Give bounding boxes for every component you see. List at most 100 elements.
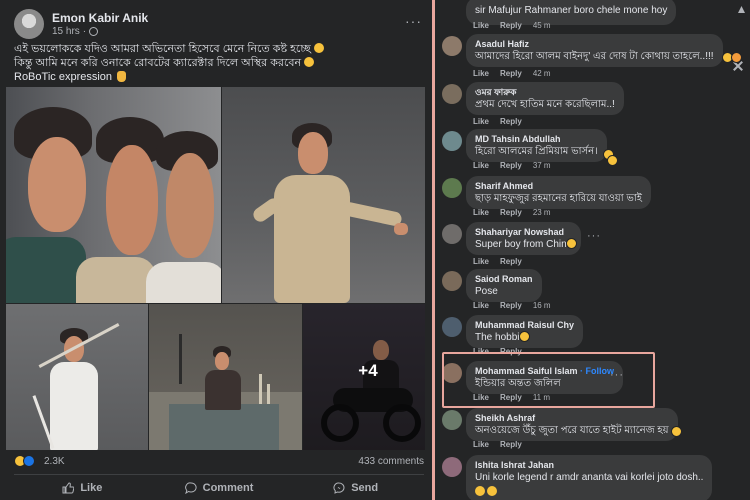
comment-like-button[interactable]: Like [473, 257, 489, 266]
comment-button[interactable]: Comment [151, 478, 288, 498]
post-actions: Like Comment Send [14, 478, 424, 498]
comment-reply-button[interactable]: Reply [500, 117, 522, 126]
commenter-avatar[interactable] [442, 84, 462, 104]
laugh-reaction-icon[interactable] [566, 238, 577, 249]
highlight-box [442, 352, 655, 408]
comment-reply-button[interactable]: Reply [500, 301, 522, 310]
commenter-name[interactable]: Saiod Roman [475, 273, 533, 285]
comment-reply-button[interactable]: Reply [500, 69, 522, 78]
messenger-icon [333, 482, 345, 494]
comment-like-button[interactable]: Like [473, 208, 489, 217]
comment-meta: Like Reply 23 m [473, 208, 551, 217]
comment-bubble: Asadul Hafiz আমাদের হিরো আলম বাইনদু' এর … [466, 34, 723, 67]
caption-line-2: কিন্তু আমি মনে করি ওনাকে রোবটের ক্যারেক্… [14, 57, 302, 69]
comment-text: sir Mafujur Rahmaner boro chele mone hoy [475, 5, 668, 16]
comment-text: Pose [475, 286, 498, 297]
comment-text: আমাদের হিরো আলম বাইনদু' এর দোষ টা কোথায়… [475, 51, 714, 62]
more-options-icon[interactable]: ··· [405, 13, 422, 29]
comment-icon [184, 482, 197, 494]
post-time[interactable]: 15 hrs [52, 26, 80, 37]
comment-bubble: MD Tahsin Abdullah হিরো আলমের প্রিমিয়াম… [466, 129, 607, 162]
commenter-name[interactable]: Shahariyar Nowshad [475, 226, 572, 238]
commenter-avatar[interactable] [442, 178, 462, 198]
comments-count[interactable]: 433 comments [358, 456, 424, 467]
comment-reply-button[interactable]: Reply [500, 440, 522, 449]
comment-reply-button[interactable]: Reply [500, 257, 522, 266]
post-meta: 15 hrs · [52, 26, 99, 37]
like-label: Like [80, 482, 103, 494]
comment-bubble: Saiod Roman Pose [466, 269, 542, 302]
post-photo-5[interactable]: +4 [303, 304, 425, 450]
divider [14, 474, 424, 475]
laugh-reaction-icon[interactable] [731, 52, 742, 63]
comment-meta: Like Reply 16 m [473, 301, 551, 310]
comment-time[interactable]: 37 m [533, 161, 551, 170]
commenter-name[interactable]: Asadul Hafiz [475, 38, 714, 50]
laugh-reaction-icon[interactable] [671, 426, 682, 437]
comment-text: Super boy from China [475, 239, 573, 250]
post-photo-1[interactable] [6, 87, 221, 303]
comment-meta: Like Reply [473, 440, 522, 449]
comment-like-button[interactable]: Like [473, 69, 489, 78]
commenter-name[interactable]: Sharif Ahmed [475, 180, 642, 192]
commenter-avatar[interactable] [442, 317, 462, 337]
comment-meta: Like Reply 37 m [473, 161, 551, 170]
post-caption: এই ভয়লোককে যদিও আমরা অভিনেতা হিসেবে মেন… [14, 42, 424, 84]
scroll-up-arrow-icon[interactable] [738, 6, 745, 13]
comment-like-button[interactable]: Like [473, 301, 489, 310]
reaction-count[interactable]: 2.3K [44, 456, 65, 467]
commenter-avatar[interactable] [442, 271, 462, 291]
comment-like-button[interactable]: Like [473, 440, 489, 449]
comment-time[interactable]: 16 m [533, 301, 551, 310]
commenter-name[interactable]: ওমর ফারুক [475, 86, 615, 98]
commenter-name[interactable]: MD Tahsin Abdullah [475, 133, 598, 145]
comment-like-button[interactable]: Like [473, 21, 489, 30]
laugh-reaction-icon[interactable] [607, 155, 618, 166]
comment-like-button[interactable]: Like [473, 117, 489, 126]
commenter-avatar[interactable] [442, 36, 462, 56]
author-avatar[interactable] [14, 9, 44, 39]
commenter-name[interactable]: Sheikh Ashraf [475, 412, 669, 424]
comment-text: প্রথম দেখে হাতিম মনে করেছিলাম..! [475, 99, 615, 110]
comment-bubble: Shahariyar Nowshad Super boy from China [466, 222, 582, 255]
comment-text: হিরো আলমের প্রিমিয়াম ভার্সন। [475, 146, 598, 157]
comment-time[interactable]: 23 m [533, 208, 551, 217]
caption-line-1: এই ভয়লোককে যদিও আমরা অভিনেতা হিসেবে মেন… [14, 43, 311, 55]
commenter-name[interactable]: Ishita Ishrat Jahan [475, 459, 703, 471]
author-name[interactable]: Emon Kabir Anik [52, 11, 148, 25]
comment-bubble: Sheikh Ashraf অনওয়েজে উঁচু জুতা পরে যাত… [466, 408, 678, 441]
comment-meta: Like Reply 45 m [473, 21, 551, 30]
comment-like-button[interactable]: Like [473, 161, 489, 170]
comment-bubble: Sharif Ahmed ছাড় মাহফুজুর রহমানের হারিয… [466, 176, 651, 209]
post-photo-3[interactable] [6, 304, 148, 450]
commenter-avatar[interactable] [442, 224, 462, 244]
comment-reply-button[interactable]: Reply [500, 208, 522, 217]
comment-time[interactable]: 45 m [533, 21, 551, 30]
reaction-icons[interactable] [14, 455, 35, 467]
thinking-emoji-icon [313, 43, 324, 53]
comment-bubble: Ishita Ishrat Jahan Uni korle legend r a… [466, 455, 713, 500]
commenter-avatar[interactable] [442, 457, 462, 477]
laugh-reaction-icon[interactable] [519, 331, 530, 342]
like-reaction-icon [23, 455, 35, 467]
like-button[interactable]: Like [14, 478, 151, 498]
comment-reply-button[interactable]: Reply [500, 161, 522, 170]
post-photo-2[interactable] [222, 87, 425, 303]
caption-line-3: RoBoTic expression [14, 71, 113, 83]
send-button[interactable]: Send [287, 478, 424, 498]
comment-meta: Like Reply [473, 257, 522, 266]
post-header: Emon Kabir Anik 15 hrs · ··· [14, 9, 424, 39]
commenter-avatar[interactable] [442, 131, 462, 151]
more-photos-overlay[interactable]: +4 [303, 304, 425, 450]
more-options-icon[interactable]: ··· [587, 230, 601, 242]
comment-reply-button[interactable]: Reply [500, 21, 522, 30]
post-stats: 2.3K 433 comments [14, 455, 424, 469]
more-photos-count: +4 [358, 361, 378, 380]
commenter-avatar[interactable] [442, 410, 462, 430]
laugh-emoji-icon [475, 486, 485, 496]
commenter-name[interactable]: Muhammad Raisul Chy [475, 319, 574, 331]
comment-time[interactable]: 42 m [533, 69, 551, 78]
post-card: Emon Kabir Anik 15 hrs · ··· এই ভয়লোককে… [0, 0, 432, 500]
grimace-emoji-icon [304, 57, 315, 67]
post-photo-4[interactable] [149, 304, 302, 450]
